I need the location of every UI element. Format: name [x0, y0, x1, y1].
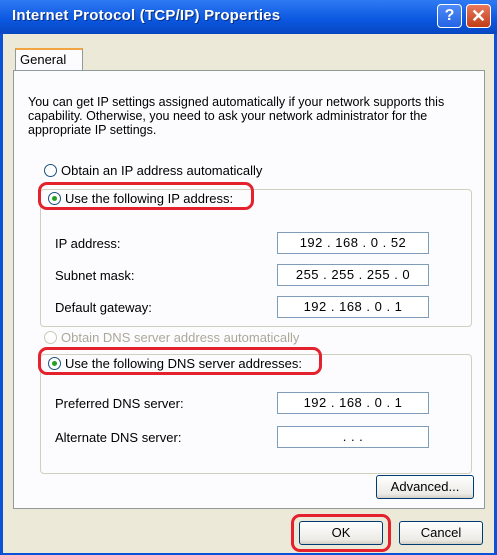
- field-label: Preferred DNS server:: [55, 396, 184, 411]
- dialog-window: Internet Protocol (TCP/IP) Properties ? …: [0, 0, 497, 555]
- tab-general[interactable]: General: [15, 48, 83, 70]
- general-panel: You can get IP settings assigned automat…: [13, 70, 485, 509]
- radio-label: Obtain an IP address automatically: [61, 163, 263, 178]
- default-gateway-input[interactable]: 192 . 168 . 0 . 1: [277, 296, 429, 318]
- field-label: Subnet mask:: [55, 268, 135, 283]
- dialog-client: General You can get IP settings assigned…: [3, 34, 494, 553]
- title-bar[interactable]: Internet Protocol (TCP/IP) Properties ? …: [0, 0, 497, 34]
- field-label: Alternate DNS server:: [55, 430, 182, 445]
- radio-label: Obtain DNS server address automatically: [61, 330, 300, 345]
- radio-obtain-ip-auto[interactable]: Obtain an IP address automatically: [44, 163, 262, 178]
- cancel-button[interactable]: Cancel: [399, 521, 483, 545]
- subnet-mask-input[interactable]: 255 . 255 . 255 . 0: [277, 264, 429, 286]
- field-label: IP address:: [55, 236, 121, 251]
- radio-unchecked-icon: [44, 331, 57, 344]
- advanced-button[interactable]: Advanced...: [376, 475, 474, 499]
- close-icon[interactable]: ✕: [466, 4, 491, 28]
- preferred-dns-input[interactable]: 192 . 168 . 0 . 1: [277, 392, 429, 414]
- highlight-ip-option: [38, 182, 254, 210]
- alternate-dns-input[interactable]: . . .: [277, 426, 429, 448]
- ip-address-input[interactable]: 192 . 168 . 0 . 52: [277, 232, 429, 254]
- radio-obtain-dns-auto: Obtain DNS server address automatically: [44, 330, 299, 345]
- field-label: Default gateway:: [55, 300, 152, 315]
- highlight-ok-button: [291, 514, 391, 552]
- highlight-dns-option: [38, 347, 322, 375]
- help-icon[interactable]: ?: [437, 4, 462, 28]
- window-title: Internet Protocol (TCP/IP) Properties: [12, 7, 281, 24]
- description-text: You can get IP settings assigned automat…: [28, 95, 445, 137]
- radio-unchecked-icon: [44, 164, 57, 177]
